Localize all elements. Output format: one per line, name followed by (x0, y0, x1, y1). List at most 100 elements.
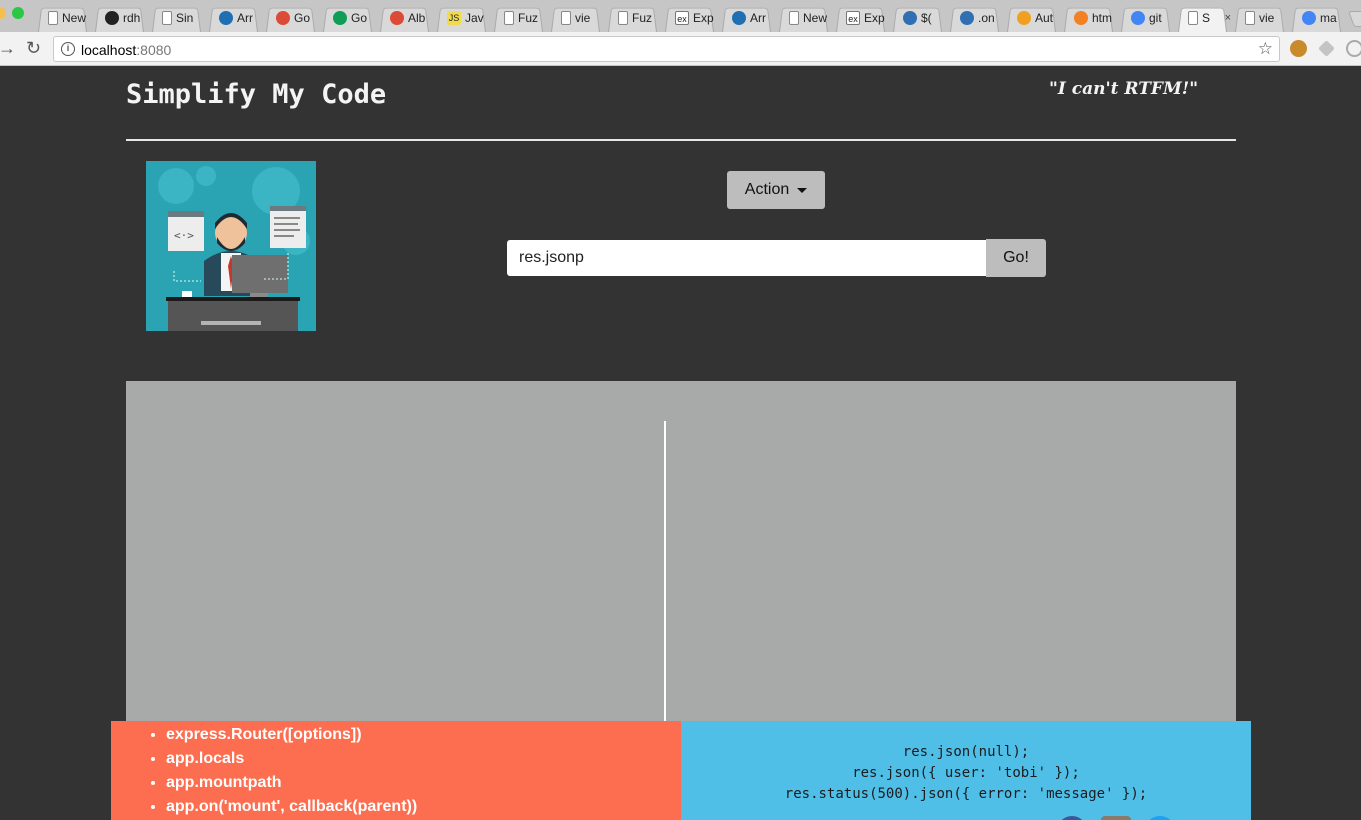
instagram-icon[interactable] (1101, 816, 1131, 820)
page-icon (1245, 11, 1255, 25)
js-icon: JS (447, 11, 461, 25)
close-tab-icon[interactable]: × (1225, 12, 1231, 24)
browser-tab[interactable]: $( (889, 4, 946, 32)
browser-tab-title: Jav (465, 11, 484, 25)
browser-tab[interactable]: ex Exp (661, 4, 718, 32)
go-button[interactable]: Go! (986, 239, 1046, 277)
results-panel (126, 381, 1236, 726)
methods-list: express.Router([options])app.localsapp.m… (146, 723, 681, 819)
browser-tab-title: Arr (750, 11, 766, 25)
header-divider (126, 139, 1236, 141)
browser-tab[interactable]: Go (319, 4, 376, 32)
browser-tab[interactable]: ma (1288, 4, 1345, 32)
hangouts-icon (333, 11, 347, 25)
browser-tab[interactable]: S × (1174, 4, 1231, 32)
method-list-item[interactable]: express.Router([options]) (166, 723, 681, 747)
browser-tab-title: New Ta (62, 11, 86, 25)
drive-extension-icon[interactable] (1318, 40, 1335, 57)
mdn-icon (732, 11, 746, 25)
browser-tab-title: ma (1320, 11, 1337, 25)
method-list-item[interactable]: app.mountpath (166, 771, 681, 795)
browser-tab-title: Exp (864, 11, 885, 25)
uservoice-icon (1017, 11, 1031, 25)
browser-tab-title: vie (575, 11, 591, 25)
jquery-icon (903, 11, 917, 25)
google-plus-icon (390, 11, 404, 25)
code-example: res.json(null); res.json({ user: 'tobi' … (784, 744, 1148, 802)
reload-icon[interactable]: ↻ (26, 38, 41, 58)
browser-toolbar: → ↻ i localhost:8080 ☆ (0, 32, 1361, 66)
browser-tab-title: Fuz (632, 11, 653, 25)
browser-tab-title: rdh (123, 11, 141, 25)
browser-tab-title: S (1202, 11, 1211, 25)
browser-tab[interactable]: JS Jav (433, 4, 490, 32)
express-icon: ex (846, 11, 860, 25)
method-list-item[interactable]: app.locals (166, 747, 681, 771)
browser-tab[interactable]: Aut (1003, 4, 1060, 32)
page-icon (504, 11, 514, 25)
window-minimize-button[interactable] (0, 7, 6, 19)
svg-text:<·>: <·> (174, 229, 194, 242)
github-icon (105, 11, 119, 25)
site-info-icon[interactable]: i (61, 42, 75, 56)
search-input[interactable] (507, 240, 987, 276)
jquery-icon (960, 11, 974, 25)
browser-tab[interactable]: vie (1231, 4, 1288, 32)
page-icon (561, 11, 571, 25)
browser-tab-title: Fuz (518, 11, 539, 25)
methods-panel: express.Router([options])app.localsapp.m… (111, 721, 681, 820)
browser-tab[interactable]: Arr (718, 4, 775, 32)
browser-tab[interactable]: New Ta (34, 4, 91, 32)
blank-tab-icon (789, 11, 799, 25)
extension-fox-icon[interactable] (1290, 40, 1307, 57)
page-icon (162, 11, 172, 25)
action-button-label: Action (744, 181, 790, 198)
browser-tab[interactable]: Fuz (604, 4, 661, 32)
browser-tab[interactable]: .on (946, 4, 1003, 32)
browser-tab[interactable]: git (1117, 4, 1174, 32)
facebook-icon[interactable] (1057, 816, 1087, 820)
window-zoom-button[interactable] (12, 7, 24, 19)
browser-tabs: New Ta rdh Sin Arr Go Go Alb JS Jav Fuz vie Fuz ex Ex… (34, 4, 1361, 32)
blank-tab-icon (48, 11, 58, 25)
developer-illustration: <·> (146, 161, 316, 331)
browser-tab[interactable]: Arr (205, 4, 262, 32)
action-dropdown-button[interactable]: Action (727, 171, 825, 209)
browser-tab-title: Sin (176, 11, 194, 25)
address-bar[interactable]: i localhost:8080 ☆ (53, 36, 1280, 62)
browser-tab-title: Go (351, 11, 368, 25)
twitter-icon[interactable] (1145, 816, 1175, 820)
stackoverflow-icon (1074, 11, 1088, 25)
browser-tab[interactable]: Sin (148, 4, 205, 32)
browser-tab-title: Aut (1035, 11, 1054, 25)
browser-tab[interactable]: Go (262, 4, 319, 32)
browser-tab-title: Exp (693, 11, 714, 25)
page-icon (1188, 11, 1198, 25)
browser-tab[interactable]: rdh (91, 4, 148, 32)
google-plus-icon (276, 11, 290, 25)
method-list-item[interactable]: app.on('mount', callback(parent)) (166, 795, 681, 819)
browser-tab[interactable]: vie (547, 4, 604, 32)
browser-tab-strip: New Ta rdh Sin Arr Go Go Alb JS Jav Fuz vie Fuz ex Ex… (0, 0, 1361, 32)
browser-tab[interactable]: New Ta (775, 4, 832, 32)
forward-arrow-icon[interactable]: → (0, 38, 16, 58)
google-icon (1131, 11, 1145, 25)
browser-tab[interactable]: Fuz (490, 4, 547, 32)
browser-tab-title: New Ta (803, 11, 827, 25)
code-example-panel: res.json(null); res.json({ user: 'tobi' … (681, 721, 1251, 820)
profile-extension-icon[interactable] (1346, 40, 1361, 57)
browser-tab-title: Go (294, 11, 311, 25)
browser-tab[interactable]: ex Exp (832, 4, 889, 32)
express-icon: ex (675, 11, 689, 25)
browser-tab-title: .on (978, 11, 995, 25)
site-tagline: "I can't RTFM!" (1049, 79, 1199, 99)
browser-tab-title: git (1149, 11, 1162, 25)
browser-tab-title: htm (1092, 11, 1113, 25)
results-divider (664, 421, 666, 726)
browser-tab[interactable]: Alb (376, 4, 433, 32)
bookmark-star-icon[interactable]: ☆ (1258, 39, 1273, 59)
page-content: Simplify My Code "I can't RTFM!" <·> Act… (0, 67, 1361, 820)
new-tab-button[interactable] (1348, 11, 1361, 27)
google-icon (1302, 11, 1316, 25)
browser-tab[interactable]: htm (1060, 4, 1117, 32)
